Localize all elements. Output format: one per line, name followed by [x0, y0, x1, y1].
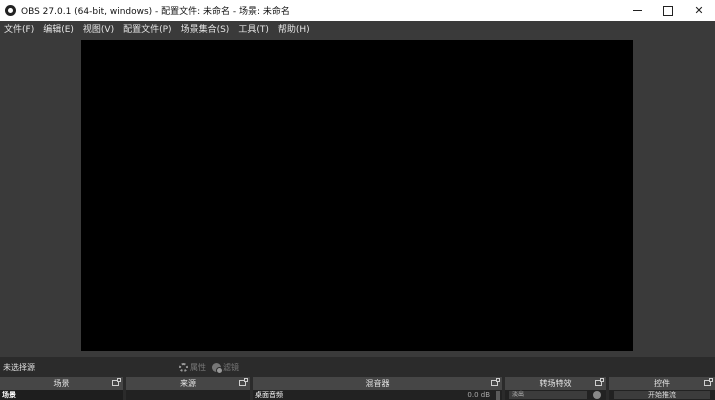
mixer-dock-header: 混音器 [253, 377, 502, 390]
preview-area [0, 35, 715, 357]
obs-logo-icon [5, 5, 16, 16]
minimize-button[interactable] [620, 0, 654, 21]
window-title: OBS 27.0.1 (64-bit, windows) - 配置文件: 未命名… [21, 7, 290, 17]
source-toolbar: 未选择源 属性 滤镜 [0, 357, 715, 377]
transitions-dock: 转场特效 淡出 [505, 377, 606, 400]
close-icon: ✕ [694, 4, 704, 17]
menu-file[interactable]: 文件(F) [0, 22, 39, 35]
mixer-scrollbar[interactable] [496, 391, 500, 400]
sources-list [126, 390, 250, 400]
mixer-level-readout: 0.0 dB [467, 391, 490, 399]
scenes-dock: 场景 场景 [0, 377, 123, 400]
menu-view[interactable]: 视图(V) [79, 22, 119, 35]
mixer-body: 桌面音频 0.0 dB [253, 390, 502, 400]
menu-bar: 文件(F) 编辑(E) 视图(V) 配置文件(P) 场景集合(S) 工具(T) … [0, 21, 715, 35]
controls-dock-header: 控件 [609, 377, 715, 390]
sources-dock: 来源 [126, 377, 250, 400]
filters-label: 滤镜 [223, 362, 239, 372]
mixer-channel-name: 桌面音频 [255, 391, 283, 399]
mixer-dock: 混音器 桌面音频 0.0 dB [253, 377, 502, 400]
transition-select[interactable]: 淡出 [509, 391, 587, 399]
controls-dock-title: 控件 [654, 379, 670, 388]
menu-edit[interactable]: 编辑(E) [39, 22, 79, 35]
sources-dock-title: 来源 [180, 379, 196, 388]
menu-profile[interactable]: 配置文件(P) [119, 22, 176, 35]
close-button[interactable]: ✕ [682, 0, 715, 21]
docks-area: 场景 场景 来源 混音器 桌面音频 0.0 dB 转场特效 淡出 控件 开始推流 [0, 377, 715, 400]
float-dock-icon[interactable] [491, 378, 500, 386]
scene-list-item[interactable]: 场景 [0, 390, 123, 400]
minimize-icon [632, 10, 642, 11]
properties-button[interactable]: 属性 [179, 362, 206, 373]
filters-button[interactable]: 滤镜 [212, 362, 239, 374]
preview-canvas[interactable] [81, 40, 633, 351]
sources-dock-header: 来源 [126, 377, 250, 390]
transitions-dock-title: 转场特效 [539, 379, 572, 388]
properties-label: 属性 [190, 362, 206, 372]
menu-scene-collection[interactable]: 场景集合(S) [177, 22, 235, 35]
controls-body: 开始推流 [609, 390, 715, 400]
float-dock-icon[interactable] [112, 378, 121, 386]
maximize-button[interactable] [651, 0, 685, 21]
title-bar: OBS 27.0.1 (64-bit, windows) - 配置文件: 未命名… [0, 0, 715, 21]
filter-icon [212, 362, 223, 374]
float-dock-icon[interactable] [595, 378, 604, 386]
transitions-body: 淡出 [505, 390, 606, 400]
transition-settings-icon[interactable] [593, 391, 601, 399]
float-dock-icon[interactable] [239, 378, 248, 386]
controls-dock: 控件 开始推流 [609, 377, 715, 400]
maximize-icon [663, 5, 673, 16]
menu-help[interactable]: 帮助(H) [274, 22, 315, 35]
scenes-dock-title: 场景 [53, 379, 70, 388]
gear-icon [179, 362, 188, 372]
start-streaming-button[interactable]: 开始推流 [614, 391, 710, 399]
float-dock-icon[interactable] [704, 378, 713, 386]
no-source-selected-label: 未选择源 [3, 362, 35, 372]
scenes-list: 场景 [0, 390, 123, 400]
menu-tools[interactable]: 工具(T) [234, 22, 274, 35]
mixer-dock-title: 混音器 [365, 379, 390, 388]
scenes-dock-header: 场景 [0, 377, 123, 390]
transitions-dock-header: 转场特效 [505, 377, 606, 390]
